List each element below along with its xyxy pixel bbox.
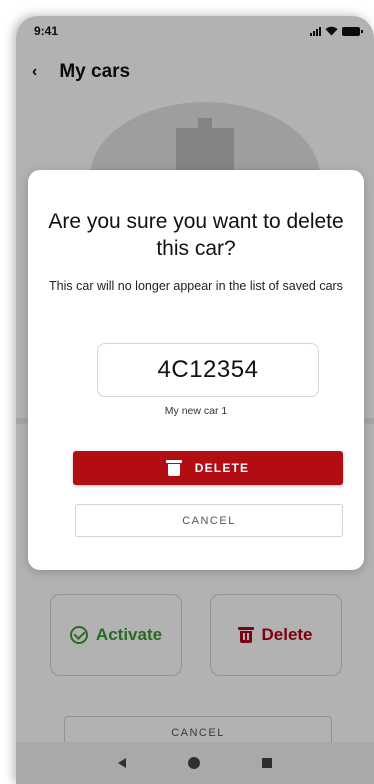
dialog-cancel-button[interactable]: CANCEL bbox=[75, 504, 343, 537]
delete-confirmation-dialog: Are you sure you want to delete this car… bbox=[28, 170, 364, 570]
confirm-delete-label: DELETE bbox=[194, 461, 250, 475]
confirm-delete-button[interactable]: DELETE bbox=[73, 451, 343, 485]
phone-screen: 9:41 ‹ My cars Activate Delete CANCEL Ar… bbox=[16, 16, 374, 784]
car-name: My new car 1 bbox=[164, 405, 228, 417]
dialog-title: Are you sure you want to delete this car… bbox=[48, 210, 344, 260]
dialog-message: This car will no longer appear in the li… bbox=[49, 279, 343, 293]
trash-icon bbox=[165, 460, 182, 476]
license-plate: 4C12354 bbox=[97, 343, 319, 397]
